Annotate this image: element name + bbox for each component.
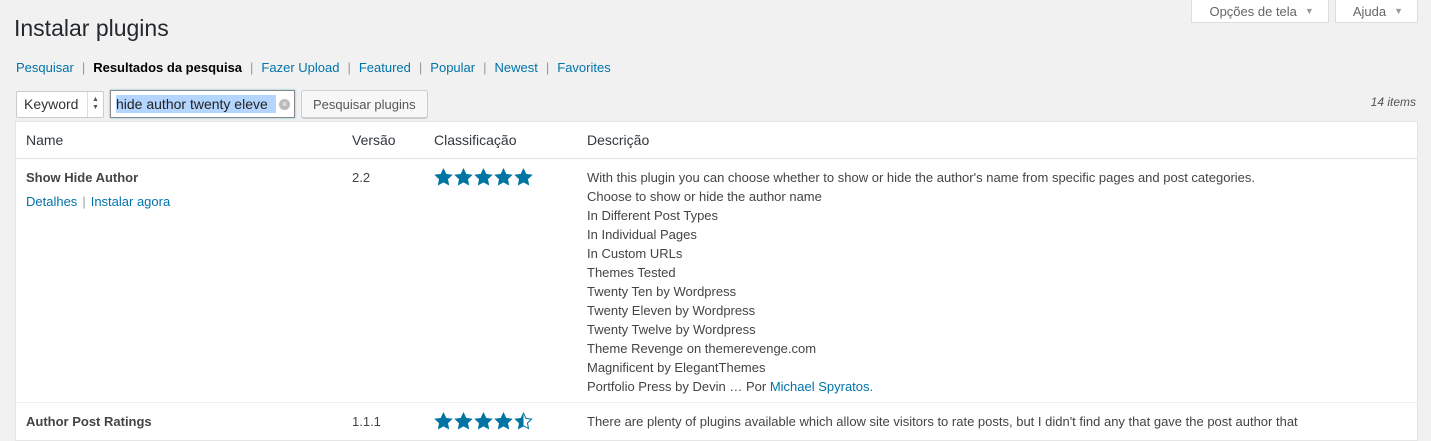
- star-filled-icon: [474, 168, 493, 186]
- screen-meta-links: Opções de tela ▼ Ajuda ▼: [1191, 0, 1418, 23]
- table-row: Author Post Ratings 1.1.1 There are plen…: [16, 403, 1417, 440]
- plugin-version: 1.1.1: [352, 414, 381, 429]
- table-row: Show Hide Author Detalhes | Instalar agora…: [16, 159, 1417, 403]
- description-line: With this plugin you can choose whether …: [587, 170, 1256, 185]
- select-arrows-icon: ▲ ▼: [87, 91, 103, 117]
- search-plugins-button[interactable]: Pesquisar plugins: [301, 90, 428, 118]
- description-line: Twenty Eleven by Wordpress: [587, 303, 756, 318]
- star-filled-icon: [454, 412, 473, 430]
- tab-separator: |: [483, 60, 487, 75]
- search-input-value: hide author twenty eleve: [116, 95, 276, 113]
- search-input[interactable]: hide author twenty eleve ×: [110, 90, 295, 118]
- star-rating-stars: [434, 412, 533, 431]
- star-rating-stars: [434, 168, 533, 187]
- page-title: Instalar plugins: [14, 15, 169, 41]
- column-header-rating: Classificação: [434, 132, 517, 148]
- plugin-version: 2.2: [352, 170, 371, 185]
- plugin-name: Author Post Ratings: [26, 414, 152, 429]
- description-line-author: Portfolio Press by Devin … Por Michael S…: [587, 377, 1255, 396]
- tab-separator: |: [347, 60, 351, 75]
- plugin-description: There are plenty of plugins available wh…: [587, 412, 1298, 431]
- clear-search-icon[interactable]: ×: [279, 98, 290, 110]
- row-actions: Detalhes | Instalar agora: [26, 194, 170, 209]
- plugin-description: With this plugin you can choose whether …: [587, 168, 1255, 396]
- star-filled-icon: [454, 168, 473, 186]
- star-filled-icon: [434, 412, 453, 430]
- tab-favorites[interactable]: Favorites: [557, 60, 610, 75]
- plugins-table: Name Versão Classificação Descrição Show…: [15, 121, 1418, 441]
- tab-featured[interactable]: Featured: [359, 60, 411, 75]
- description-line: Twenty Ten by Wordpress: [587, 284, 737, 299]
- tab-separator: |: [545, 60, 550, 75]
- description-line: Themes Tested: [587, 265, 676, 280]
- items-count: 14 items: [1370, 95, 1416, 109]
- tab-search[interactable]: Pesquisar: [16, 60, 74, 75]
- star-half-icon: [514, 412, 533, 430]
- star-filled-icon: [434, 168, 453, 186]
- search-type-value: Keyword: [24, 96, 79, 112]
- details-link[interactable]: Detalhes: [26, 194, 77, 209]
- star-rating: [434, 412, 533, 431]
- description-line: In Different Post Types: [587, 208, 719, 223]
- help-label: Ajuda: [1352, 3, 1387, 19]
- caret-down-icon: ▼: [1394, 5, 1403, 16]
- column-header-name: Name: [26, 132, 64, 148]
- plugin-search-form: Keyword ▲ ▼ hide author twenty eleve × Pe…: [16, 90, 428, 118]
- star-filled-icon: [494, 168, 513, 186]
- caret-down-icon: ▼: [1304, 5, 1314, 16]
- description-line: In Individual Pages: [587, 227, 697, 242]
- star-filled-icon: [514, 168, 533, 186]
- action-separator: |: [82, 194, 86, 209]
- star-filled-icon: [494, 412, 513, 430]
- plugin-name: Show Hide Author: [26, 170, 139, 185]
- star-rating: [434, 168, 533, 187]
- author-link[interactable]: Michael Spyratos.: [770, 379, 873, 394]
- install-now-link[interactable]: Instalar agora: [91, 194, 171, 209]
- tab-separator: |: [81, 60, 86, 75]
- description-line: Portfolio Press by Devin … Por: [587, 379, 767, 394]
- description-line: There are plenty of plugins available wh…: [587, 414, 1298, 429]
- search-type-select[interactable]: Keyword ▲ ▼: [16, 90, 104, 118]
- screen-options-label: Opções de tela: [1209, 3, 1297, 19]
- description-line: In Custom URLs: [587, 246, 683, 261]
- tab-search-results[interactable]: Resultados da pesquisa: [93, 60, 242, 75]
- plugin-install-tabs: Pesquisar | Resultados da pesquisa | Faz…: [16, 60, 611, 75]
- column-header-version: Versão: [352, 132, 396, 148]
- tab-separator: |: [418, 60, 423, 75]
- help-button[interactable]: Ajuda ▼: [1334, 0, 1418, 23]
- star-filled-icon: [474, 412, 493, 430]
- description-line: Choose to show or hide the author name: [587, 189, 822, 204]
- tab-newest[interactable]: Newest: [495, 60, 538, 75]
- tab-popular[interactable]: Popular: [430, 60, 475, 75]
- description-line: Magnificent by ElegantThemes: [587, 360, 766, 375]
- tab-upload[interactable]: Fazer Upload: [261, 60, 339, 75]
- screen-options-button[interactable]: Opções de tela ▼: [1191, 0, 1329, 23]
- tab-separator: |: [250, 60, 254, 75]
- description-line: Twenty Twelve by Wordpress: [587, 322, 756, 337]
- description-line: Theme Revenge on themerevenge.com: [587, 341, 817, 356]
- table-header: Name Versão Classificação Descrição: [16, 122, 1417, 159]
- column-header-description: Descrição: [587, 132, 650, 148]
